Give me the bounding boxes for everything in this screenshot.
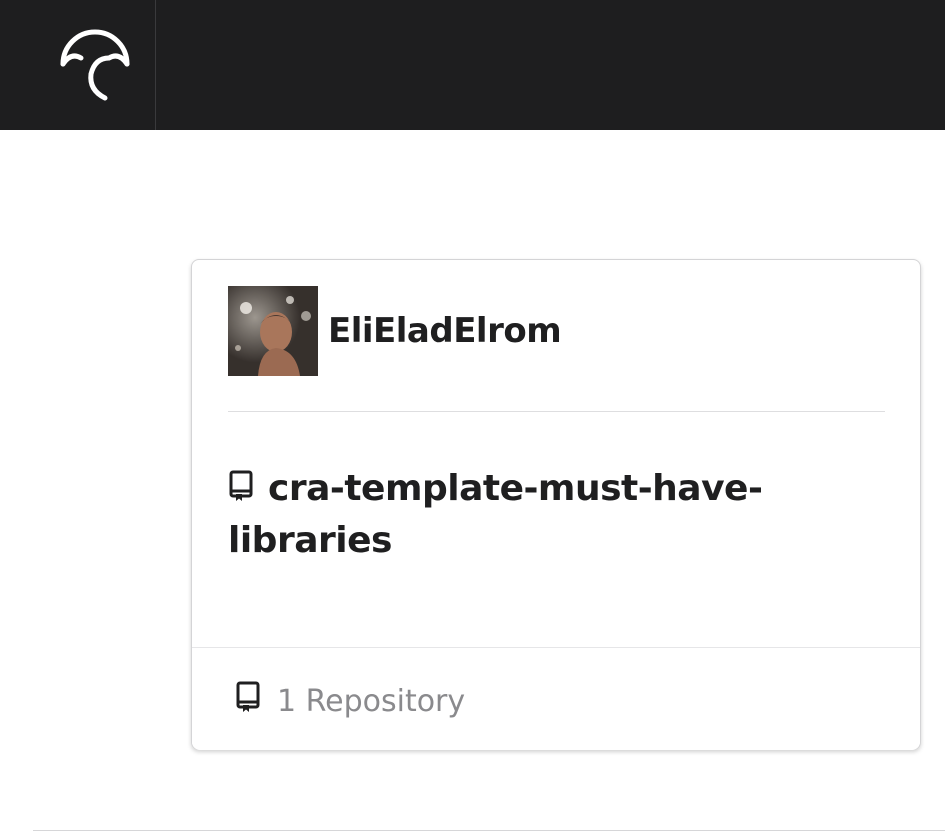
repo-title-text[interactable]: cra-template-must-have-libraries (228, 468, 763, 561)
umbrella-c-logo-icon (60, 29, 130, 101)
top-bar (0, 0, 945, 130)
repo-book-icon (235, 681, 261, 721)
logo-link[interactable] (0, 0, 156, 130)
card-footer: 1 Repository (192, 647, 920, 750)
card-divider (228, 411, 885, 412)
repo-book-icon (228, 466, 254, 516)
repo-title-link[interactable]: cra-template-must-have-libraries (228, 464, 828, 566)
user-avatar[interactable] (228, 286, 318, 376)
owner-row[interactable]: EliEladElrom (228, 286, 562, 376)
repository-card[interactable]: EliEladElrom cra-template-must-have-libr… (191, 259, 921, 750)
repository-count[interactable]: 1 Repository (235, 681, 465, 721)
bottom-divider (33, 830, 945, 831)
repository-count-label: 1 Repository (277, 683, 466, 719)
owner-name[interactable]: EliEladElrom (328, 311, 562, 351)
